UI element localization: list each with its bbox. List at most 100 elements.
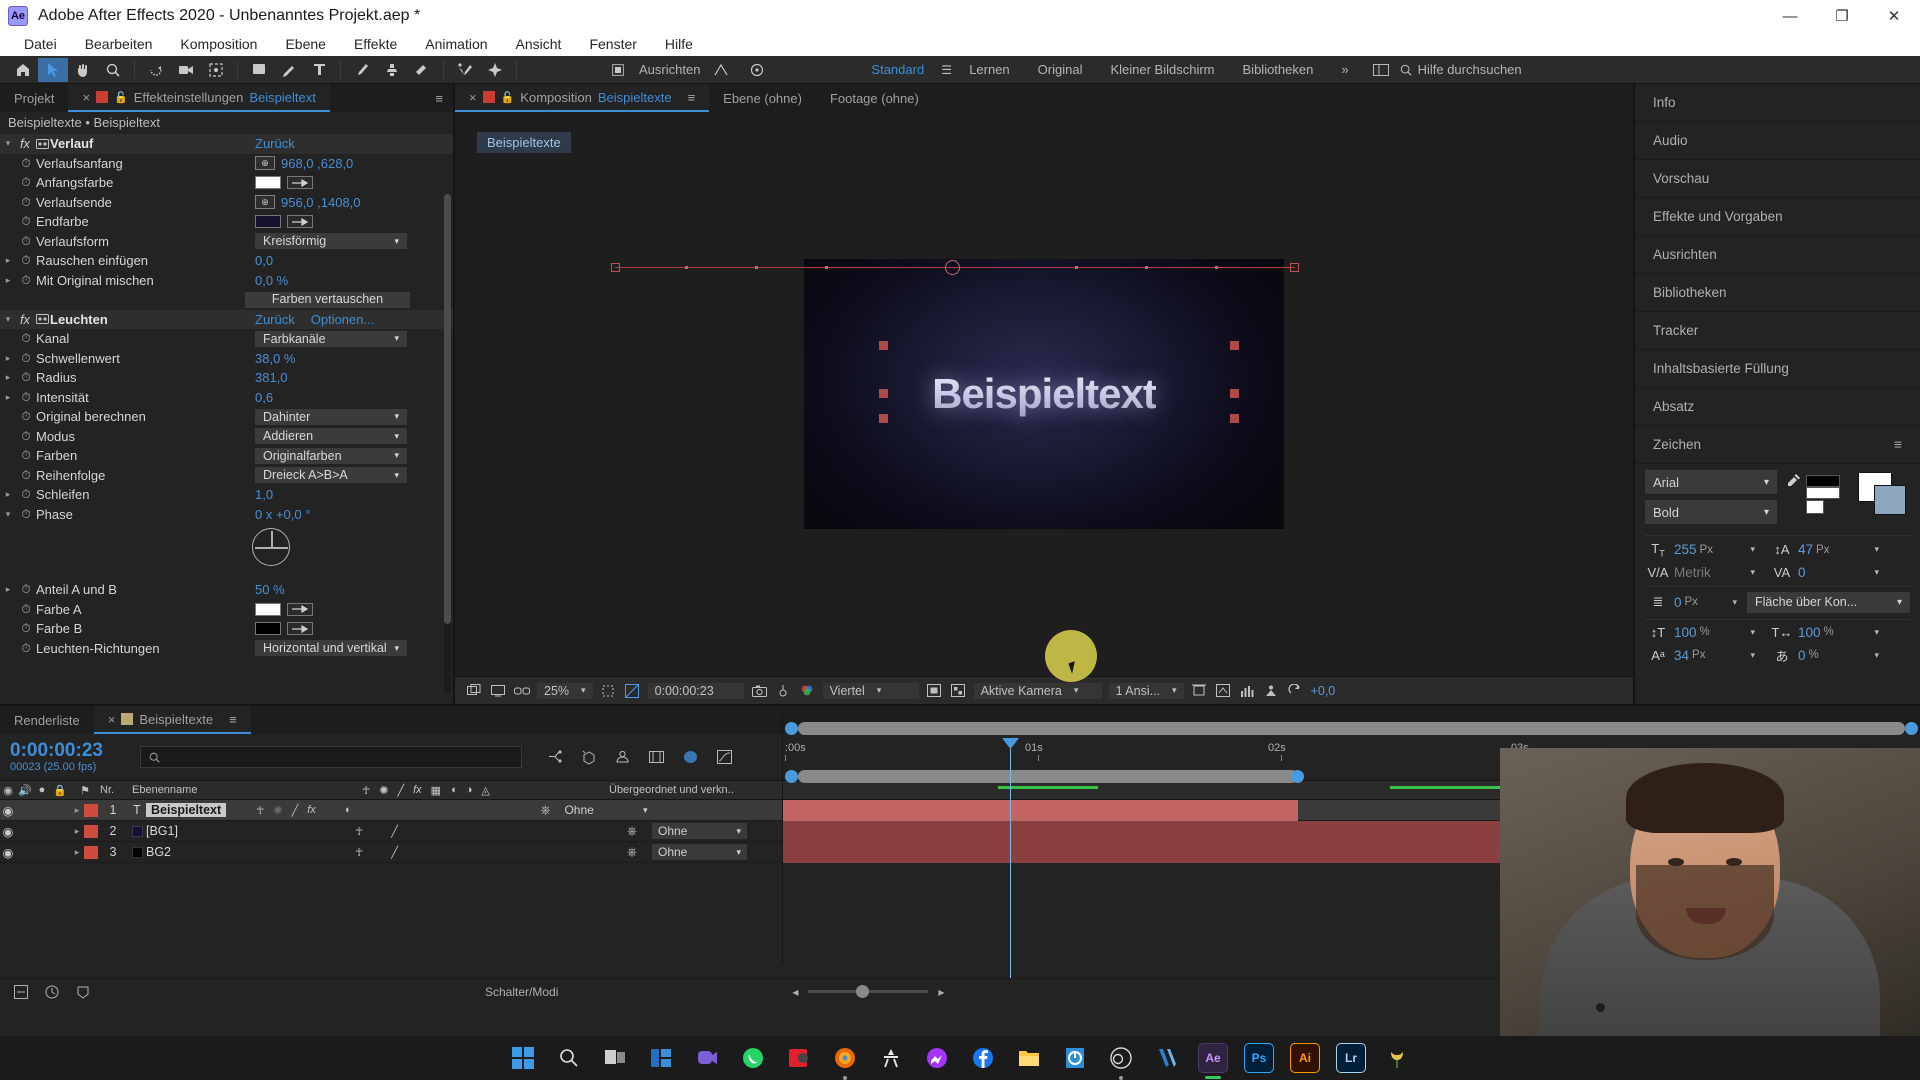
tulip-icon[interactable]	[1382, 1043, 1412, 1073]
prop-value[interactable]: 956,0 ,1408,0	[281, 195, 361, 210]
fill-stroke-swatches[interactable]	[1806, 472, 1846, 516]
stopwatch-icon[interactable]: ⏱	[16, 641, 36, 656]
tab-renderliste[interactable]: Renderliste	[0, 706, 94, 734]
illustrator-icon[interactable]: Ai	[1290, 1043, 1320, 1073]
stopwatch-icon[interactable]: ⏱	[16, 429, 36, 444]
apps-icon[interactable]	[1060, 1043, 1090, 1073]
work-area-end-handle[interactable]	[1905, 722, 1918, 735]
workspace-standard[interactable]: Standard	[857, 62, 938, 77]
workspace-original[interactable]: Original	[1024, 62, 1097, 77]
leading-field[interactable]: ↕A 47 Px ▾	[1769, 542, 1879, 557]
menu-komposition[interactable]: Komposition	[166, 34, 271, 54]
frame-blending-icon[interactable]	[648, 749, 665, 766]
panel-menu-icon[interactable]: ≡	[1894, 437, 1902, 452]
prop-farben[interactable]: ⏱ Farben Originalfarben ▾	[0, 446, 453, 466]
toggle-mask-icon[interactable]	[950, 682, 967, 699]
tab-close-icon[interactable]: ×	[469, 90, 477, 105]
font-style-select[interactable]: Bold ▾	[1645, 500, 1777, 524]
twirl-icon[interactable]: ▾	[0, 509, 16, 520]
after-effects-icon[interactable]: Ae	[1198, 1043, 1228, 1079]
align-checkbox-icon[interactable]	[603, 58, 633, 82]
anchor-point-tool-icon[interactable]	[201, 58, 231, 82]
current-time-display[interactable]: 0:00:00:23	[647, 682, 744, 699]
prop-verlaufsende[interactable]: ⏱ Verlaufsende ⊕ 956,0 ,1408,0	[0, 193, 453, 213]
parent-select[interactable]: Ohne ▾	[558, 802, 654, 818]
timeline-current-time[interactable]: 0:00:00:23	[10, 741, 130, 761]
menu-hilfe[interactable]: Hilfe	[651, 34, 707, 54]
stopwatch-icon[interactable]: ⏱	[16, 448, 36, 463]
prop-phase[interactable]: ▾ ⏱ Phase 0 x +0,0 °	[0, 505, 453, 525]
left-panel-menu-icon[interactable]: ≡	[425, 91, 453, 106]
stopwatch-icon[interactable]: ⏱	[16, 214, 36, 229]
panel-effekte-und-vorgaben[interactable]: Effekte und Vorgaben	[1635, 198, 1920, 236]
prop-schwellenwert[interactable]: ▸ ⏱ Schwellenwert 38,0 %	[0, 349, 453, 369]
motion-blur-icon[interactable]	[682, 749, 699, 766]
text-tool-icon[interactable]	[304, 58, 334, 82]
effect-toggle-icon[interactable]	[34, 313, 50, 326]
prop-value[interactable]: 381,0	[255, 370, 288, 385]
stopwatch-icon[interactable]: ⏱	[16, 507, 36, 522]
menu-animation[interactable]: Animation	[411, 34, 501, 54]
tab-projekt[interactable]: Projekt	[0, 84, 68, 112]
minimize-button[interactable]: —	[1764, 0, 1816, 32]
windows-start-icon[interactable]	[508, 1043, 538, 1073]
timeline-zoom-slider[interactable]	[808, 985, 929, 998]
workspace-menu-icon[interactable]: ☰	[938, 61, 955, 78]
draft-3d-icon[interactable]	[580, 749, 597, 766]
stopwatch-icon[interactable]: ⏱	[16, 468, 36, 483]
tsume-field[interactable]: あ 0 % ▾	[1769, 646, 1879, 665]
prop-farbe-b[interactable]: ⏱ Farbe B	[0, 619, 453, 639]
layer-name[interactable]: [BG1]	[146, 824, 178, 838]
workspace-layout-icon[interactable]	[1373, 61, 1390, 78]
stopwatch-icon[interactable]: ⏱	[16, 582, 36, 597]
timeline-search-input[interactable]	[140, 746, 522, 768]
opera-icon[interactable]	[784, 1043, 814, 1073]
prop-value[interactable]: 0,6	[255, 390, 273, 405]
stopwatch-icon[interactable]: ⏱	[16, 409, 36, 424]
lightroom-icon[interactable]: Lr	[1336, 1043, 1366, 1073]
dropdown-leuchten-richtungen[interactable]: Horizontal und vertikal ▾	[255, 640, 407, 657]
twirl-icon[interactable]: ▸	[0, 584, 16, 595]
brush-tool-icon[interactable]	[347, 58, 377, 82]
fill-color-stack[interactable]	[1850, 472, 1910, 516]
prop-value[interactable]: 0 x +0,0 °	[255, 507, 310, 522]
dropdown-farben[interactable]: Originalfarben ▾	[255, 447, 407, 464]
reset-verlauf[interactable]: Zurück	[255, 136, 295, 151]
obs-icon[interactable]	[1106, 1043, 1136, 1080]
prop-rauschen-einfuegen[interactable]: ▸ ⏱ Rauschen einfügen 0,0	[0, 251, 453, 271]
3d-glasses-icon[interactable]	[513, 682, 530, 699]
prop-endfarbe[interactable]: ⏱ Endfarbe	[0, 212, 453, 232]
pen-tool-icon[interactable]	[274, 58, 304, 82]
prop-intensitaet[interactable]: ▸ ⏱ Intensität 0,6	[0, 388, 453, 408]
options-leuchten[interactable]: Optionen...	[311, 312, 375, 327]
stroke-width-field[interactable]: ≣ 0 Px ▾	[1645, 594, 1737, 610]
prop-original-berechnen[interactable]: ⏱ Original berechnen Dahinter ▾	[0, 407, 453, 427]
messenger-icon[interactable]	[922, 1043, 952, 1073]
stopwatch-icon[interactable]: ⏱	[16, 331, 36, 346]
twirl-icon[interactable]: ▸	[0, 392, 16, 403]
reset-leuchten[interactable]: Zurück	[255, 312, 295, 327]
timeline-panel-menu-icon[interactable]: ≡	[219, 712, 237, 727]
font-family-select[interactable]: Arial ▾	[1645, 470, 1777, 494]
fast-previews-icon[interactable]	[926, 682, 943, 699]
firefox-icon[interactable]	[830, 1043, 860, 1080]
label-color-chip[interactable]	[84, 803, 98, 817]
zoom-level-select[interactable]: 25% ▾	[537, 682, 593, 699]
eyedropper-icon[interactable]	[287, 215, 313, 229]
lock-icon[interactable]: 🔓	[501, 91, 515, 104]
horizontal-scale-field[interactable]: T↔ 100 % ▾	[1769, 625, 1879, 640]
prop-value[interactable]: 1,0	[255, 487, 273, 502]
menu-datei[interactable]: Datei	[10, 34, 71, 54]
video-toggle-icon[interactable]: ◉	[0, 803, 16, 818]
search-icon[interactable]	[554, 1043, 584, 1073]
photoshop-icon[interactable]: Ps	[1244, 1043, 1274, 1073]
layer-name[interactable]: BG2	[146, 845, 171, 859]
stopwatch-icon[interactable]: ⏱	[16, 487, 36, 502]
transparency-grid-icon[interactable]	[624, 682, 641, 699]
font-size-field[interactable]: TT 255 Px ▾	[1645, 541, 1755, 559]
stopwatch-icon[interactable]: ⏱	[16, 253, 36, 268]
point-picker-icon[interactable]: ⊕	[255, 156, 275, 171]
stopwatch-icon[interactable]: ⏱	[16, 175, 36, 190]
vertical-scale-field[interactable]: ↕T 100 % ▾	[1645, 625, 1755, 640]
composition-viewer[interactable]: Beispieltext	[804, 259, 1284, 529]
